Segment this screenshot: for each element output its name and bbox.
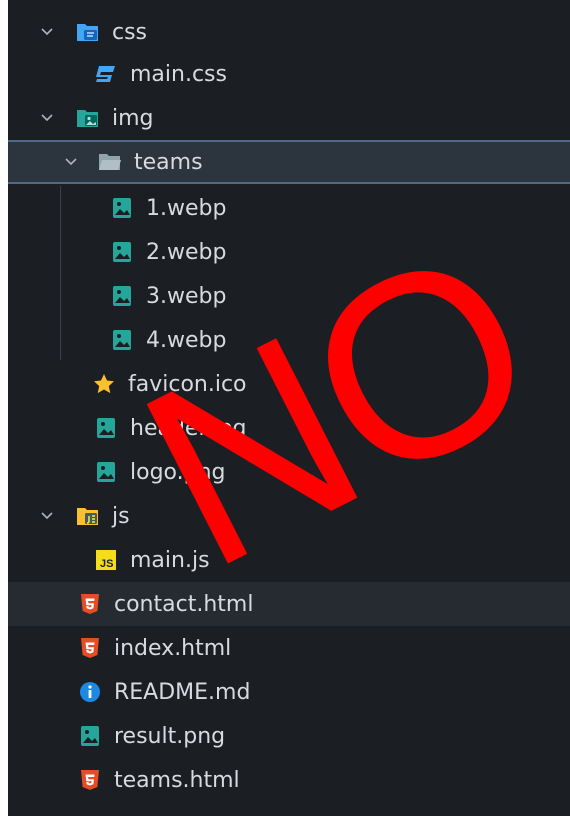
tree-item-label: js — [112, 503, 130, 529]
image-file-icon — [94, 416, 118, 440]
html-file-icon — [78, 592, 102, 616]
tree-item-js-folder[interactable]: js — [8, 494, 570, 538]
folder-css-icon — [76, 20, 100, 44]
folder-js-icon — [76, 504, 100, 528]
chevron-down-icon[interactable] — [60, 151, 82, 173]
tree-item-teams-html[interactable]: teams.html — [8, 758, 570, 802]
tree-item-label: index.html — [114, 635, 232, 661]
image-file-icon — [78, 724, 102, 748]
image-file-icon — [94, 460, 118, 484]
html-file-icon — [78, 768, 102, 792]
tree-item-teams-folder[interactable]: teams — [8, 140, 570, 184]
chevron-down-icon[interactable] — [36, 21, 58, 43]
tree-item-header-jpg[interactable]: header.jpg — [8, 406, 570, 450]
tree-item-label: 2.webp — [146, 239, 227, 265]
tree-item-index-html[interactable]: index.html — [8, 626, 570, 670]
tree-item-main-js[interactable]: JS main.js — [8, 538, 570, 582]
info-icon — [78, 680, 102, 704]
chevron-down-icon[interactable] — [36, 505, 58, 527]
folder-images-icon — [76, 106, 100, 130]
js-file-icon: JS — [94, 548, 118, 572]
tree-item-label: main.js — [130, 547, 210, 573]
tree-item-contact-html[interactable]: contact.html — [8, 582, 570, 626]
chevron-down-icon[interactable] — [36, 107, 58, 129]
tree-item-label: 1.webp — [146, 195, 227, 221]
tree-item-4-webp[interactable]: 4.webp — [8, 318, 570, 362]
image-file-icon — [110, 284, 134, 308]
html-file-icon — [78, 636, 102, 660]
tree-item-label: img — [112, 105, 154, 131]
tree-item-2-webp[interactable]: 2.webp — [8, 230, 570, 274]
tree-item-label: header.jpg — [130, 415, 247, 441]
tree-item-label: 3.webp — [146, 283, 227, 309]
tree-item-label: css — [112, 19, 148, 45]
svg-text:JS: JS — [100, 558, 113, 570]
tree-item-favicon[interactable]: favicon.ico — [8, 362, 570, 406]
tree-item-label: 4.webp — [146, 327, 227, 353]
folder-open-icon — [98, 150, 122, 174]
tree-item-label: logo.png — [130, 459, 226, 485]
tree-item-label: README.md — [114, 679, 251, 705]
tree-item-readme[interactable]: README.md — [8, 670, 570, 714]
tree-item-3-webp[interactable]: 3.webp — [8, 274, 570, 318]
tree-item-result-png[interactable]: result.png — [8, 714, 570, 758]
css-file-icon — [94, 62, 118, 86]
tree-item-label: favicon.ico — [128, 371, 247, 397]
image-file-icon — [110, 328, 134, 352]
tree-item-img-folder[interactable]: img — [8, 96, 570, 140]
tree-item-label: contact.html — [114, 591, 254, 617]
file-explorer-panel: css main.css img teams 1.webp 2.webp 3.w… — [8, 0, 570, 816]
tree-item-main-css[interactable]: main.css — [8, 52, 570, 96]
tree-item-1-webp[interactable]: 1.webp — [8, 186, 570, 230]
tree-item-label: teams — [134, 149, 203, 175]
star-icon — [92, 372, 116, 396]
tree-item-logo-png[interactable]: logo.png — [8, 450, 570, 494]
image-file-icon — [110, 240, 134, 264]
tree-item-css-folder[interactable]: css — [8, 10, 570, 54]
tree-item-label: main.css — [130, 61, 227, 87]
tree-item-label: teams.html — [114, 767, 240, 793]
image-file-icon — [110, 196, 134, 220]
tree-item-label: result.png — [114, 723, 226, 749]
